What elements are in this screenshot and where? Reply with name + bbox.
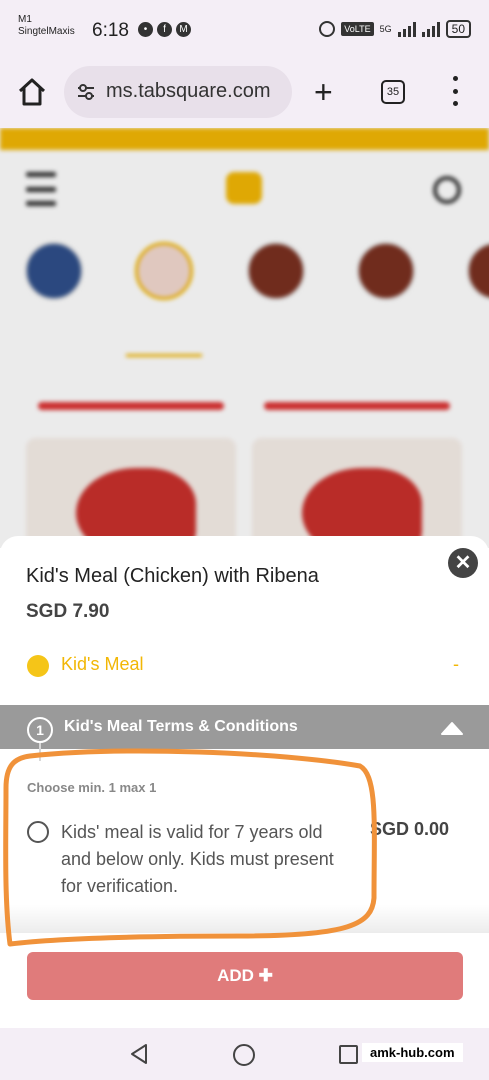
add-button[interactable]: ADD ✚ xyxy=(27,952,463,1000)
selected-option-label: Kid's Meal xyxy=(61,654,144,674)
close-icon[interactable]: ✕ xyxy=(448,548,478,578)
volte-icon: VoLTE xyxy=(341,22,374,36)
back-icon[interactable] xyxy=(128,1042,150,1066)
signal-icon xyxy=(397,21,416,37)
carrier-name-primary: M1 xyxy=(18,14,32,25)
watermark: amk-hub.com xyxy=(362,1043,463,1062)
status-bar: M1 SingtelMaxis 6:18 • f M VoLTE 5G 50 xyxy=(0,0,489,56)
battery-icon: 50 xyxy=(445,20,471,38)
item-price: SGD 7.90 xyxy=(26,601,110,622)
option-dot-icon xyxy=(27,655,49,677)
address-bar[interactable]: ms.tabsquare.com xyxy=(64,66,292,118)
more-menu-icon[interactable] xyxy=(450,76,460,106)
collapse-arrow-icon[interactable] xyxy=(440,721,464,735)
nav-home-icon[interactable] xyxy=(233,1044,255,1066)
network-type-icon: 5G xyxy=(379,23,392,34)
chat-icon: • xyxy=(138,22,153,37)
highlight-annotation xyxy=(3,748,377,947)
recent-apps-icon[interactable] xyxy=(339,1045,358,1064)
item-title: Kid's Meal (Chicken) with Ribena xyxy=(26,565,319,587)
background-overlay xyxy=(0,128,489,548)
new-tab-icon[interactable]: + xyxy=(314,76,333,108)
gmail-icon: M xyxy=(176,22,191,37)
notification-icons: • f M xyxy=(138,22,191,37)
site-settings-icon[interactable] xyxy=(76,82,96,102)
browser-toolbar: ms.tabsquare.com + 35 xyxy=(0,56,489,128)
background-page xyxy=(0,128,489,548)
selected-option-value: - xyxy=(453,654,459,674)
clock: 6:18 xyxy=(92,20,129,41)
signal-icon-secondary xyxy=(421,21,440,37)
system-icons: VoLTE 5G 50 xyxy=(319,20,471,38)
url-text: ms.tabsquare.com xyxy=(106,80,271,102)
carrier-label: M1 SingtelMaxis xyxy=(18,14,75,38)
home-icon[interactable] xyxy=(16,76,48,108)
step-number: 1 xyxy=(27,717,53,743)
section-title: Kid's Meal Terms & Conditions xyxy=(64,718,298,735)
alarm-icon xyxy=(319,21,336,37)
tab-switcher-button[interactable]: 35 xyxy=(381,80,405,104)
carrier-name-secondary: SingtelMaxis xyxy=(18,26,75,37)
facebook-icon: f xyxy=(157,22,172,37)
